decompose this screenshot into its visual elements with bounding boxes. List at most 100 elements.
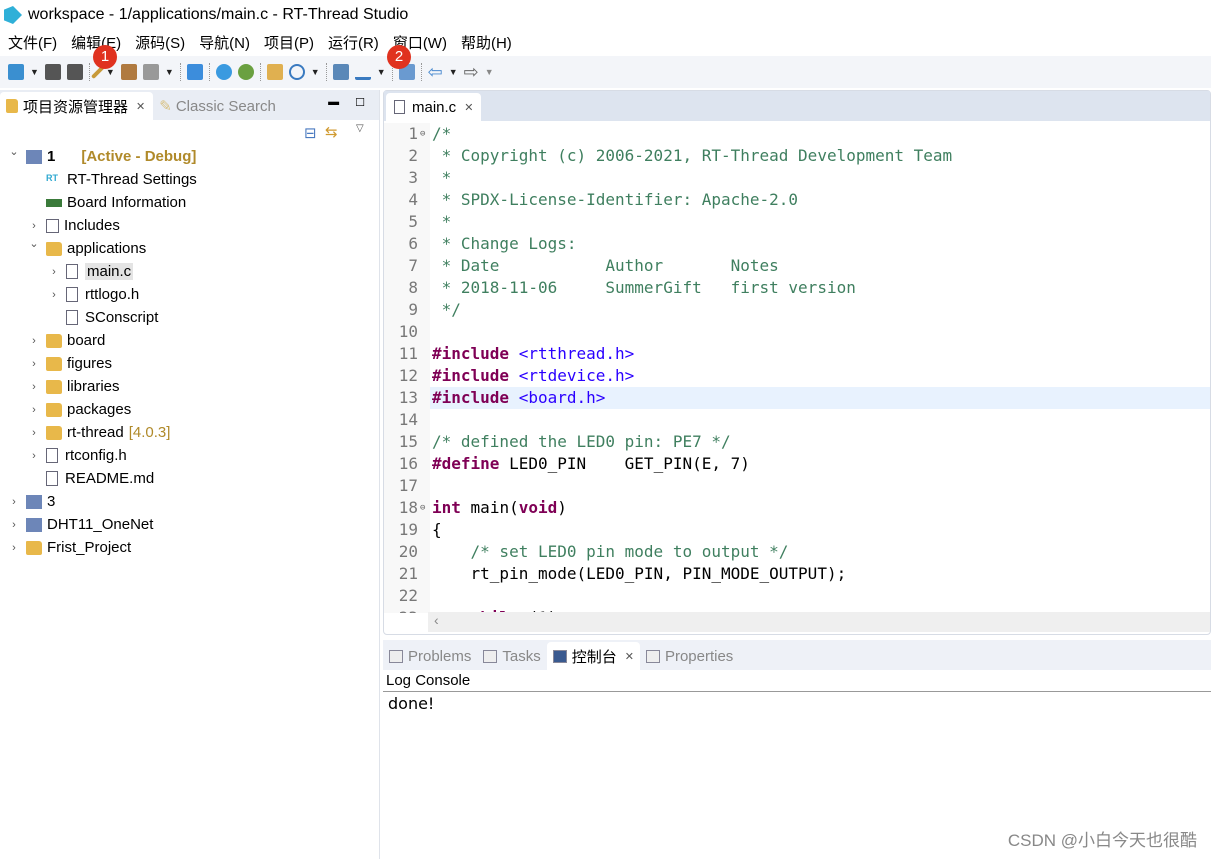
tools-icon[interactable] — [142, 64, 159, 80]
close-icon[interactable]: ✕ — [136, 100, 145, 113]
sdk-book-icon[interactable] — [332, 64, 349, 80]
tree-item[interactable]: › Includes — [0, 214, 380, 237]
tree-item[interactable]: ⌄ 1 [Active - Debug] — [0, 145, 380, 168]
tree-item[interactable]: › rt-thread [4.0.3] — [0, 421, 380, 444]
code-line[interactable]: 5 * — [384, 211, 1210, 233]
tree-item[interactable]: Board Information — [0, 191, 380, 214]
tree-item[interactable]: › board — [0, 329, 380, 352]
monitor-icon[interactable] — [186, 64, 203, 80]
search-icon[interactable] — [288, 64, 305, 80]
code-line[interactable]: 14 — [384, 409, 1210, 431]
minimize-icon[interactable]: ▬ — [328, 96, 339, 109]
chevron-right-icon[interactable]: › — [28, 220, 40, 232]
forward-arrow-icon[interactable]: ⇨ — [464, 62, 479, 83]
code-line[interactable]: 18 ⊖ int main(void) — [384, 497, 1210, 519]
code-line[interactable]: 15 /* defined the LED0 pin: PE7 */ — [384, 431, 1210, 453]
tab-properties[interactable]: Properties — [640, 642, 739, 670]
chevron-right-icon[interactable]: › — [28, 427, 40, 439]
tab-problems[interactable]: Problems — [383, 642, 477, 670]
menu-item[interactable]: 文件(F) — [8, 32, 57, 53]
back-arrow-icon[interactable]: ⇦ — [428, 62, 443, 83]
chevron-right-icon[interactable]: › — [8, 496, 20, 508]
view-menu-icon[interactable]: ▽ — [356, 123, 364, 134]
settings-gear-icon[interactable] — [215, 64, 232, 80]
close-icon[interactable]: ✕ — [464, 101, 473, 114]
code-line[interactable]: 20 /* set LED0 pin mode to output */ — [384, 541, 1210, 563]
menu-item[interactable]: 源码(S) — [135, 32, 185, 53]
tree-item[interactable]: › rtconfig.h — [0, 444, 380, 467]
dropdown-icon[interactable]: ▼ — [449, 67, 458, 77]
chevron-right-icon[interactable]: › — [48, 289, 60, 301]
collapse-all-icon[interactable]: ⊟ — [304, 124, 317, 142]
chevron-right-icon[interactable]: › — [28, 381, 40, 393]
code-line[interactable]: 7 * Date Author Notes — [384, 255, 1210, 277]
link-editor-icon[interactable]: ⇆ — [325, 123, 338, 141]
tree-item[interactable]: › figures — [0, 352, 380, 375]
code-line[interactable]: 11 #include <rtthread.h> — [384, 343, 1210, 365]
code-line[interactable]: 16 #define LED0_PIN GET_PIN(E, 7) — [384, 453, 1210, 475]
code-line[interactable]: 12 #include <rtdevice.h> — [384, 365, 1210, 387]
code-line[interactable]: 6 * Change Logs: — [384, 233, 1210, 255]
chevron-right-icon[interactable]: › — [28, 404, 40, 416]
menu-item[interactable]: 运行(R) — [328, 32, 379, 53]
close-icon[interactable]: ✕ — [625, 650, 634, 663]
dropdown-icon[interactable]: ▼ — [30, 67, 39, 77]
tree-item[interactable]: ⌄ applications — [0, 237, 380, 260]
dropdown-icon[interactable]: ▼ — [165, 67, 174, 77]
menu-item[interactable]: 导航(N) — [199, 32, 250, 53]
code-line[interactable]: 19 { — [384, 519, 1210, 541]
menu-item[interactable]: 帮助(H) — [461, 32, 512, 53]
tree-item[interactable]: › packages — [0, 398, 380, 421]
code-line[interactable]: 22 — [384, 585, 1210, 607]
tab-classic-search[interactable]: ✎ Classic Search — [153, 92, 284, 120]
chevron-down-icon[interactable]: ⌄ — [28, 237, 40, 250]
dropdown-icon[interactable]: ▼ — [377, 67, 386, 77]
tree-item[interactable]: › libraries — [0, 375, 380, 398]
code-line[interactable]: 9 */ — [384, 299, 1210, 321]
tab-console[interactable]: 控制台 ✕ — [546, 642, 640, 670]
chevron-right-icon[interactable]: › — [28, 335, 40, 347]
chevron-right-icon[interactable]: › — [28, 358, 40, 370]
chevron-down-icon[interactable]: ⌄ — [8, 145, 20, 158]
maximize-icon[interactable]: ☐ — [355, 96, 365, 109]
code-line[interactable]: 8 * 2018-11-06 SummerGift first version — [384, 277, 1210, 299]
code-line[interactable]: 3 * — [384, 167, 1210, 189]
tab-tasks[interactable]: Tasks — [477, 642, 546, 670]
code-line[interactable]: 1 ⊖/* — [384, 123, 1210, 145]
open-folder-icon[interactable] — [266, 64, 283, 80]
console-output[interactable]: done! — [383, 692, 1211, 716]
code-line[interactable]: 13 #include <board.h> — [384, 387, 1210, 409]
tree-item[interactable]: › main.c — [0, 260, 380, 283]
chevron-right-icon[interactable]: › — [48, 266, 60, 278]
code-line[interactable]: 17 — [384, 475, 1210, 497]
chevron-right-icon[interactable]: › — [28, 450, 40, 462]
code-editor[interactable]: 1 ⊖/* 2 * Copyright (c) 2006-2021, RT-Thre… — [384, 123, 1210, 613]
dropdown-icon[interactable]: ▼ — [311, 67, 320, 77]
menu-item[interactable]: 项目(P) — [264, 32, 314, 53]
new-icon[interactable] — [8, 64, 24, 80]
rebuild-icon[interactable] — [120, 64, 137, 80]
tree-item[interactable]: › 3 — [0, 490, 380, 513]
dropdown-icon[interactable]: ▼ — [485, 67, 494, 77]
download-icon[interactable] — [354, 64, 371, 80]
tree-item[interactable]: SConscript — [0, 306, 380, 329]
fold-icon[interactable]: ⊖ — [420, 497, 430, 519]
tree-item[interactable]: › DHT11_OneNet — [0, 513, 380, 536]
chevron-right-icon[interactable]: › — [8, 519, 20, 531]
fold-icon[interactable]: ⊖ — [420, 123, 430, 145]
tree-item[interactable]: RT RT-Thread Settings — [0, 168, 380, 191]
tree-item[interactable]: README.md — [0, 467, 380, 490]
code-line[interactable]: 21 rt_pin_mode(LED0_PIN, PIN_MODE_OUTPUT… — [384, 563, 1210, 585]
debug-bug-icon[interactable] — [237, 64, 254, 80]
code-line[interactable]: 4 * SPDX-License-Identifier: Apache-2.0 — [384, 189, 1210, 211]
save-icon[interactable] — [44, 64, 61, 80]
tab-main-c[interactable]: main.c ✕ — [386, 93, 482, 121]
tab-project-explorer[interactable]: 项目资源管理器 ✕ — [0, 92, 154, 120]
tree-item[interactable]: › rttlogo.h — [0, 283, 380, 306]
code-line[interactable]: 10 — [384, 321, 1210, 343]
chevron-right-icon[interactable]: › — [8, 542, 20, 554]
code-line[interactable]: 2 * Copyright (c) 2006-2021, RT-Thread D… — [384, 145, 1210, 167]
horizontal-scrollbar[interactable]: ‹ — [428, 612, 1210, 632]
save-all-icon[interactable] — [66, 64, 83, 80]
tree-item[interactable]: › Frist_Project — [0, 536, 380, 559]
